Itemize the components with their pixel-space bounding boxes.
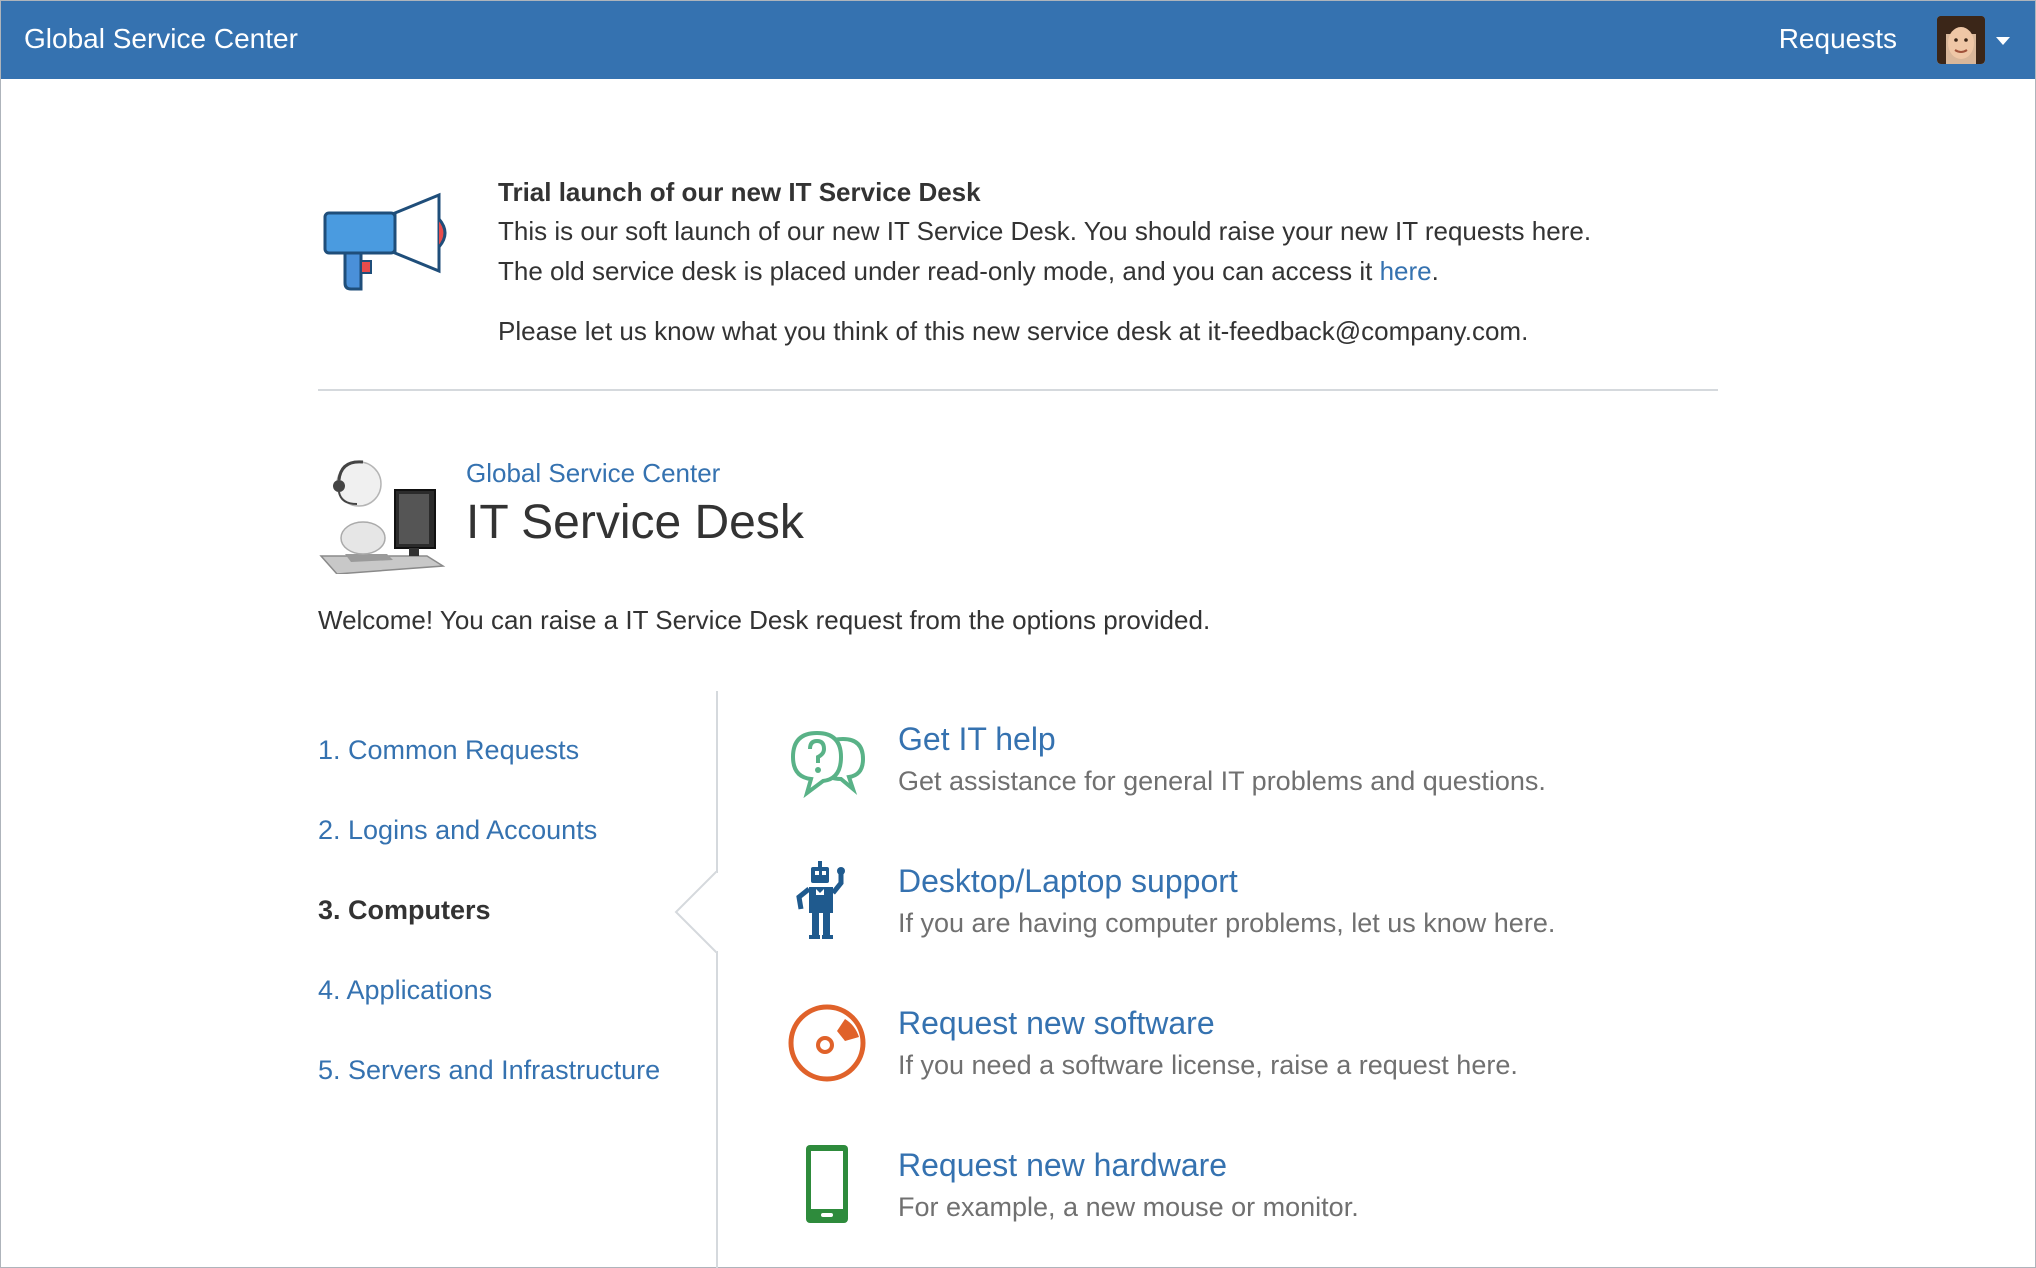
request-type-title[interactable]: Desktop/Laptop support [898, 863, 1238, 900]
portal-breadcrumb-link[interactable]: Global Service Center [466, 458, 720, 489]
requests-link[interactable]: Requests [1779, 23, 1897, 55]
group-item-computers[interactable]: 3. Computers [318, 895, 491, 926]
group-item-applications[interactable]: 4. Applications [318, 975, 492, 1006]
active-group-pointer [674, 871, 720, 953]
groups-separator [716, 691, 718, 1268]
old-service-desk-link[interactable]: here [1380, 256, 1432, 286]
user-avatar-icon [1937, 16, 1985, 64]
group-item-common-requests[interactable]: 1. Common Requests [318, 735, 579, 766]
question-bubbles-icon [790, 730, 866, 799]
chevron-down-icon[interactable] [1996, 37, 2010, 45]
phone-device-icon [806, 1145, 848, 1223]
page-title: IT Service Desk [466, 496, 804, 549]
request-type-description: Get assistance for general IT problems a… [898, 766, 1546, 796]
announcement-line-3: Please let us know what you think of thi… [498, 316, 1529, 346]
request-type-description: If you are having computer problems, let… [898, 908, 1556, 938]
request-type-title[interactable]: Request new software [898, 1005, 1215, 1042]
software-disc-icon [788, 1004, 866, 1082]
request-type-description: If you need a software license, raise a … [898, 1050, 1518, 1080]
request-type-description: For example, a new mouse or monitor. [898, 1192, 1359, 1222]
portal-home-link[interactable]: Global Service Center [24, 23, 298, 55]
support-agent-icon [319, 460, 446, 574]
request-type-title[interactable]: Request new hardware [898, 1147, 1227, 1184]
group-item-servers-and-infrastructure[interactable]: 5. Servers and Infrastructure [318, 1055, 660, 1086]
robot-icon [796, 861, 845, 939]
announcement-line-1: This is our soft launch of our new IT Se… [498, 216, 1592, 246]
announcement-title: Trial launch of our new IT Service Desk [498, 177, 981, 207]
top-navigation-bar: Global Service Center Requests [1, 1, 2035, 79]
announcement-line-2-suffix: . [1431, 256, 1439, 286]
welcome-message: Welcome! You can raise a IT Service Desk… [318, 605, 1211, 635]
group-item-logins-and-accounts[interactable]: 2. Logins and Accounts [318, 815, 597, 846]
section-divider [318, 389, 1718, 391]
announcement-line-2: The old service desk is placed under rea… [498, 256, 1439, 287]
user-avatar[interactable] [1937, 16, 1985, 64]
request-type-title[interactable]: Get IT help [898, 721, 1056, 758]
megaphone-icon [323, 192, 447, 291]
announcement-line-2-text: The old service desk is placed under rea… [498, 256, 1380, 286]
